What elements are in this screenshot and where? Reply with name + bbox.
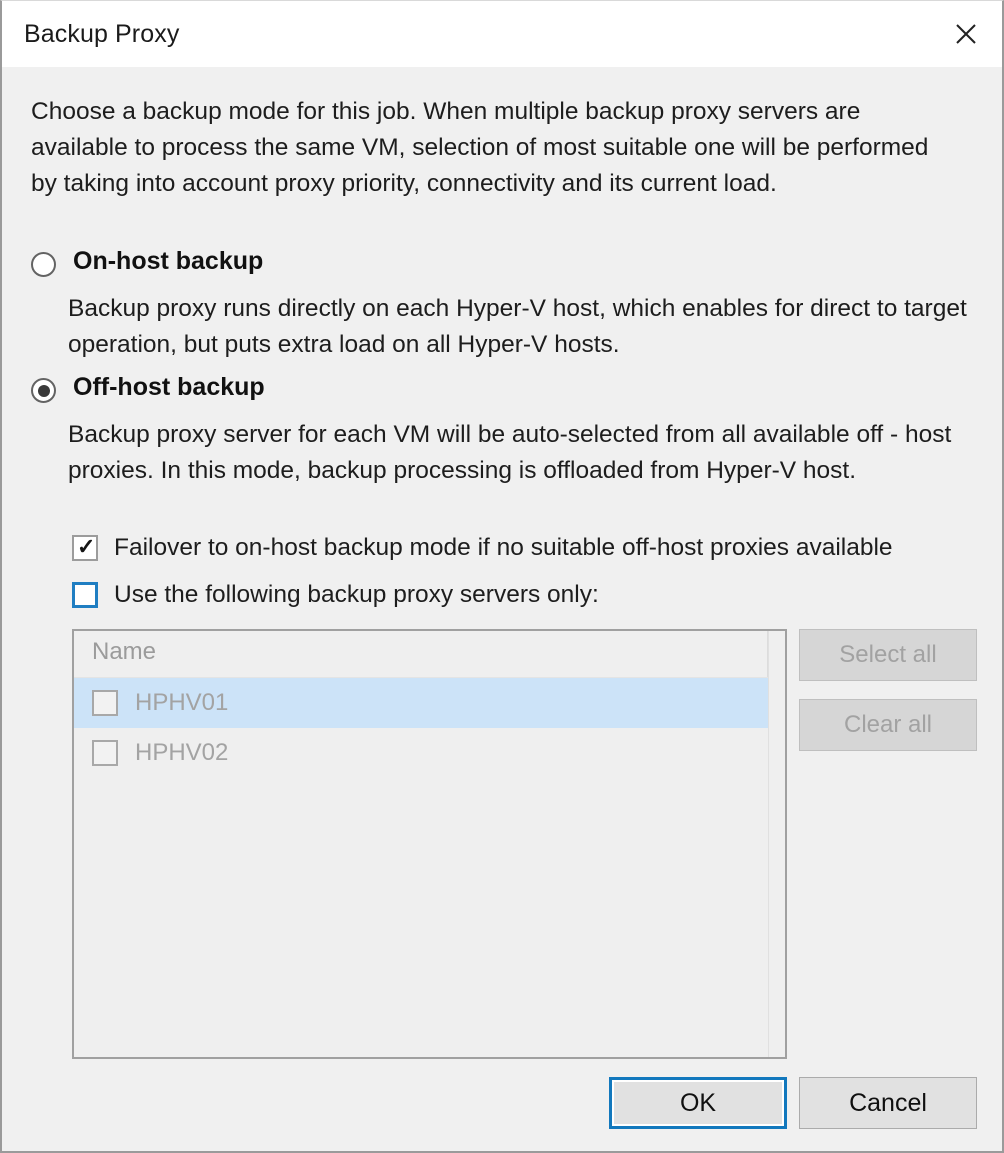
title-bar: Backup Proxy — [2, 1, 1002, 67]
row-checkbox[interactable] — [92, 740, 118, 766]
radio-selected-dot — [37, 384, 50, 397]
list-header: Name — [74, 631, 785, 678]
intro-text: Choose a backup mode for this job. When … — [31, 98, 929, 197]
on-host-description: Backup proxy runs directly on each Hyper… — [68, 295, 967, 358]
checkbox-use-following-label: Use the following backup proxy servers o… — [114, 581, 599, 608]
checkbox-use-following-proxies[interactable]: Use the following backup proxy servers o… — [72, 581, 599, 609]
radio-off-host-backup[interactable]: Off-host backup — [31, 373, 265, 403]
ok-button[interactable]: OK — [609, 1077, 787, 1129]
row-checkbox[interactable] — [92, 690, 118, 716]
select-all-button[interactable]: Select all — [799, 629, 977, 681]
radio-on-host-backup[interactable]: On-host backup — [31, 247, 263, 277]
checkbox-failover-to-on-host[interactable]: ✓ Failover to on-host backup mode if no … — [72, 534, 893, 562]
backup-proxy-dialog: Backup Proxy Choose a backup mode for th… — [0, 0, 1004, 1153]
checkbox-use-following-box[interactable] — [72, 582, 98, 608]
row-name-label: HPHV02 — [135, 739, 229, 766]
proxy-servers-list[interactable]: Name HPHV01 HPHV02 — [72, 629, 787, 1059]
row-name-label: HPHV01 — [135, 689, 229, 716]
check-icon: ✓ — [77, 534, 96, 559]
radio-on-host-indicator[interactable] — [31, 252, 56, 277]
radio-on-host-label: On-host backup — [73, 247, 264, 275]
list-rows: HPHV01 HPHV02 — [74, 678, 785, 778]
table-row[interactable]: HPHV01 — [74, 678, 768, 728]
clear-all-button[interactable]: Clear all — [799, 699, 977, 751]
close-icon[interactable] — [930, 1, 1002, 67]
cancel-button[interactable]: Cancel — [799, 1077, 977, 1129]
checkbox-failover-label: Failover to on-host backup mode if no su… — [114, 534, 893, 561]
radio-off-host-indicator[interactable] — [31, 378, 56, 403]
dialog-body: Choose a backup mode for this job. When … — [2, 67, 1002, 1151]
table-row[interactable]: HPHV02 — [74, 728, 785, 778]
checkbox-failover-box[interactable]: ✓ — [72, 534, 98, 561]
column-header-name: Name — [92, 638, 157, 665]
radio-off-host-label: Off-host backup — [73, 373, 265, 401]
dialog-title: Backup Proxy — [24, 19, 180, 48]
off-host-description: Backup proxy server for each VM will be … — [68, 421, 952, 484]
